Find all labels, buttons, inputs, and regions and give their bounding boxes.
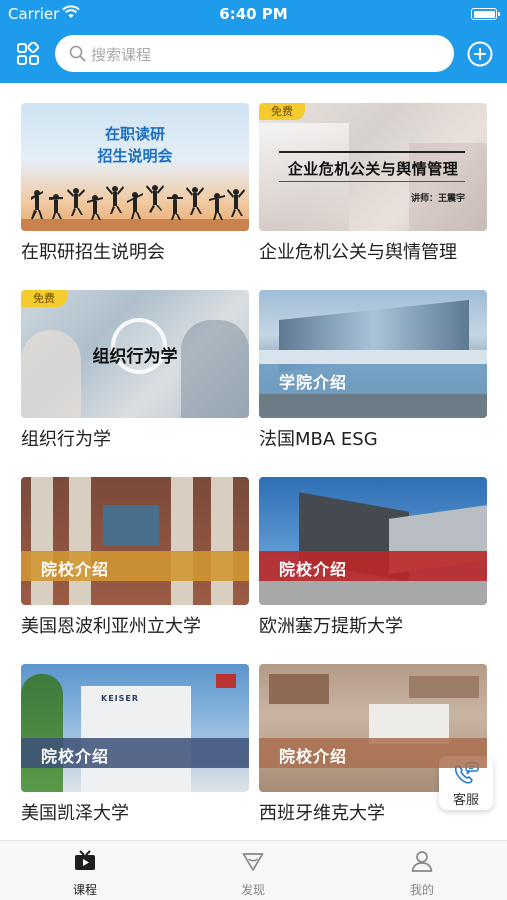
tab-label: 我的 (409, 883, 434, 897)
band-label: 院校介绍 (41, 747, 110, 766)
thumbnail-headline: 招生说明会 (97, 147, 173, 165)
course-title: 美国凯泽大学 (21, 803, 129, 824)
intro-band: 院校介绍 (259, 738, 487, 768)
thumbnail-headline: 企业危机公关与舆情管理 (287, 160, 459, 178)
course-card[interactable]: 院校介绍 欧洲塞万提斯大学 (259, 477, 487, 637)
course-thumbnail: 院校介绍 (21, 477, 249, 605)
course-thumbnail: 学院介绍 (259, 290, 487, 418)
search-icon (69, 45, 86, 62)
bottom-tab-bar: 课程 发现 我的 (0, 840, 507, 900)
tab-discover[interactable]: 发现 (213, 841, 293, 900)
status-bar: Carrier 6:40 PM (0, 0, 507, 28)
course-thumbnail: 在职读研 招生说明会 (21, 103, 249, 231)
tv-icon (75, 850, 95, 870)
course-card[interactable]: KEISER 院校介绍 美国凯泽大学 (21, 664, 249, 824)
compass-icon (242, 853, 264, 871)
thumbnail-headline: 组织行为学 (92, 347, 178, 367)
tab-label: 发现 (240, 883, 265, 897)
free-badge: 免费 (259, 103, 305, 120)
course-thumbnail: 免费 组织行为学 (21, 290, 249, 418)
band-label: 院校介绍 (279, 560, 348, 579)
jumping-people-silhouette (21, 185, 249, 231)
intro-band: 院校介绍 (21, 551, 249, 581)
band-label: 学院介绍 (279, 373, 348, 392)
course-title: 组织行为学 (21, 429, 111, 450)
search-placeholder: 搜索课程 (91, 46, 152, 64)
band-label: 院校介绍 (41, 560, 110, 579)
course-thumbnail: 免费 企业危机公关与舆情管理 讲师：王震宇 (259, 103, 487, 231)
thumbnail-headline: 在职读研 (104, 125, 165, 143)
course-title: 法国MBA ESG (259, 429, 378, 450)
free-badge: 免费 (21, 290, 67, 307)
tab-courses[interactable]: 课程 (45, 841, 125, 900)
add-circle-icon[interactable] (467, 41, 493, 67)
course-card[interactable]: 免费 企业危机公关与舆情管理 讲师：王震宇 企业危机公关与舆情管理 (259, 103, 487, 263)
course-title: 欧洲塞万提斯大学 (259, 616, 403, 637)
band-label: 院校介绍 (279, 747, 348, 766)
course-title: 美国恩波利亚州立大学 (21, 616, 201, 637)
status-time: 6:40 PM (219, 5, 288, 23)
user-icon (411, 851, 433, 872)
course-title: 企业危机公关与舆情管理 (259, 242, 457, 263)
course-card[interactable]: 学院介绍 法国MBA ESG (259, 290, 487, 450)
intro-band: 院校介绍 (21, 738, 249, 768)
tab-mine[interactable]: 我的 (382, 841, 462, 900)
tab-label: 课程 (72, 883, 97, 897)
search-input[interactable]: 搜索课程 (55, 35, 454, 72)
course-title: 在职研招生说明会 (21, 242, 165, 263)
course-card[interactable]: 院校介绍 美国恩波利亚州立大学 (21, 477, 249, 637)
thumbnail-lecturer: 讲师：王震宇 (410, 194, 465, 204)
intro-band: 学院介绍 (259, 364, 487, 394)
course-title: 西班牙维克大学 (259, 803, 385, 824)
intro-band: 院校介绍 (259, 551, 487, 581)
customer-service-label: 客服 (452, 793, 479, 808)
header-bar: Carrier 6:40 PM 搜索课程 (0, 0, 507, 83)
course-thumbnail: 院校介绍 (259, 477, 487, 605)
battery-icon (471, 8, 500, 20)
course-thumbnail: KEISER 院校介绍 (21, 664, 249, 792)
course-card[interactable]: 免费 组织行为学 组织行为学 (21, 290, 249, 450)
app-screen: Carrier 6:40 PM 搜索课程 在职读研 招生说明会 在职研招生说明会… (0, 0, 507, 900)
category-grid-icon[interactable] (16, 42, 40, 66)
course-card[interactable]: 在职读研 招生说明会 在职研招生说明会 (21, 103, 249, 263)
